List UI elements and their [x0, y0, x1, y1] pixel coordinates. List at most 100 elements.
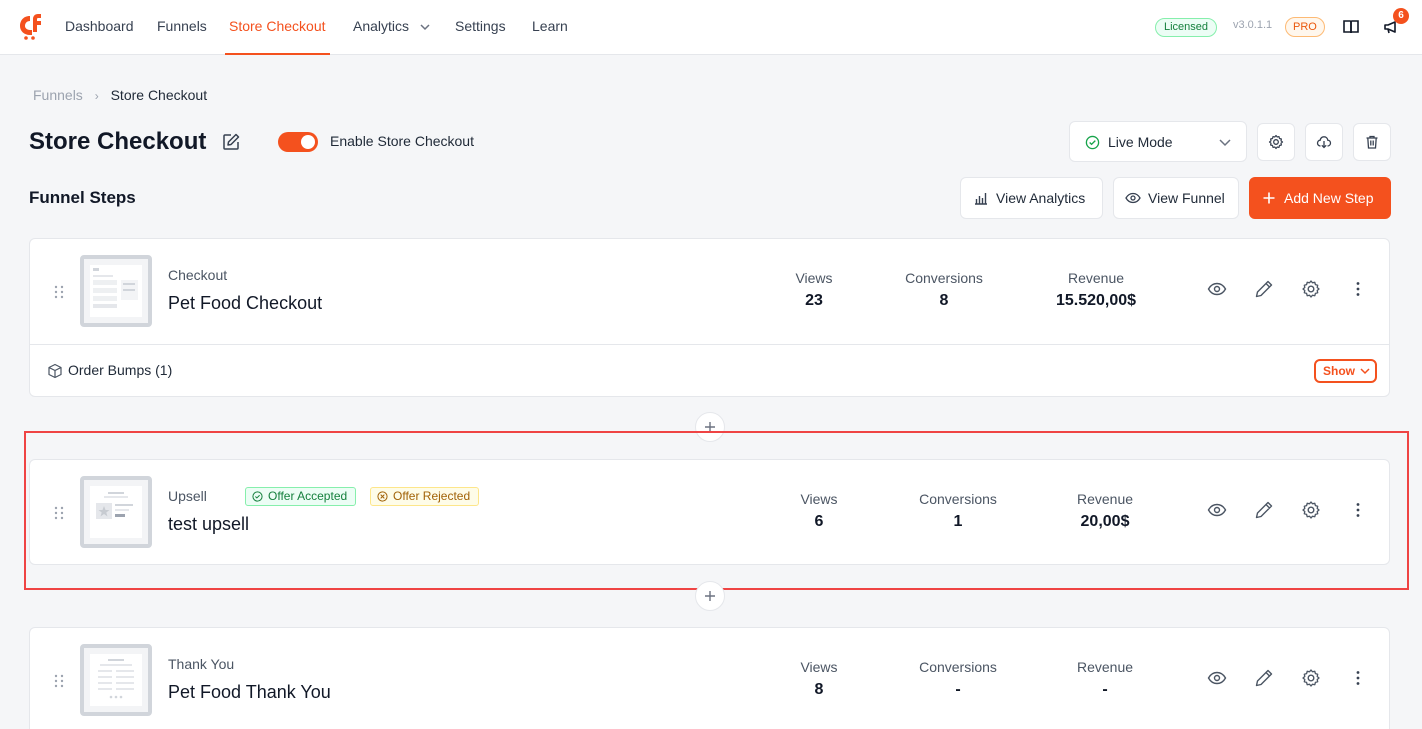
- revenue-stat: Revenue 15.520,00$: [1016, 270, 1176, 310]
- settings-button[interactable]: [1257, 123, 1295, 161]
- pencil-icon[interactable]: [1254, 279, 1274, 299]
- view-analytics-label: View Analytics: [996, 190, 1086, 206]
- revenue-label: Revenue: [1076, 659, 1134, 675]
- revenue-stat: Revenue 20,00$: [1025, 491, 1185, 531]
- drag-handle-icon[interactable]: [53, 674, 65, 688]
- pencil-icon[interactable]: [1254, 500, 1274, 520]
- nav-analytics[interactable]: Analytics: [353, 0, 431, 55]
- nav-funnels[interactable]: Funnels: [157, 0, 207, 55]
- drag-handle-icon[interactable]: [53, 506, 65, 520]
- offer-accepted-label: Offer Accepted: [268, 489, 348, 503]
- cube-icon: [48, 363, 62, 379]
- conversions-stat: Conversions 1: [878, 491, 1038, 531]
- show-label: Show: [1323, 364, 1355, 378]
- add-new-step-button[interactable]: Add New Step: [1249, 177, 1391, 219]
- thumbnail-preview: [90, 486, 142, 538]
- edit-title-icon[interactable]: [221, 132, 241, 152]
- eye-icon[interactable]: [1207, 500, 1227, 520]
- step-thumbnail[interactable]: [80, 255, 152, 327]
- step-type: Upsell: [168, 488, 207, 504]
- thumbnail-preview: [90, 265, 142, 317]
- conversions-stat: Conversions -: [878, 659, 1038, 699]
- conversions-value: 8: [939, 292, 949, 309]
- views-label: Views: [800, 491, 838, 507]
- trash-icon: [1366, 135, 1378, 149]
- breadcrumb-separator-icon: ›: [94, 89, 99, 103]
- gear-icon[interactable]: [1301, 668, 1321, 688]
- check-circle-icon: [252, 491, 263, 502]
- x-circle-icon: [377, 491, 388, 502]
- step-name[interactable]: test upsell: [168, 514, 249, 535]
- toggle-knob: [301, 135, 315, 149]
- step-card-checkout: Checkout Pet Food Checkout Views 23 Conv…: [29, 238, 1390, 397]
- views-value: 6: [814, 513, 824, 530]
- pencil-icon[interactable]: [1254, 668, 1274, 688]
- check-circle-icon: [1085, 135, 1100, 150]
- funnel-steps-title: Funnel Steps: [29, 188, 136, 207]
- offer-accepted-tag[interactable]: Offer Accepted: [245, 487, 357, 506]
- conversions-value: 1: [953, 513, 963, 530]
- breadcrumb-funnels-link[interactable]: Funnels: [33, 87, 83, 103]
- cartflows-logo[interactable]: [16, 12, 44, 40]
- breadcrumb: Funnels › Store Checkout: [33, 87, 207, 103]
- offer-rejected-label: Offer Rejected: [393, 489, 471, 503]
- nav-settings[interactable]: Settings: [455, 0, 506, 55]
- revenue-value: 20,00$: [1080, 513, 1130, 530]
- licensed-badge: Licensed: [1155, 18, 1218, 37]
- plus-icon: [705, 422, 715, 432]
- gear-icon[interactable]: [1301, 279, 1321, 299]
- delete-button[interactable]: [1353, 123, 1391, 161]
- order-bumps-label: Order Bumps (1): [68, 362, 173, 378]
- more-vertical-icon[interactable]: [1348, 668, 1368, 688]
- order-bumps-row: Order Bumps (1) Show: [30, 344, 1389, 397]
- top-navigation: Dashboard Funnels Store Checkout Analyti…: [0, 0, 1422, 55]
- mode-select-value: Live Mode: [1108, 134, 1173, 150]
- thank-you-page-preview-icon: [98, 659, 134, 699]
- conversions-label: Conversions: [905, 270, 983, 286]
- nav-analytics-label: Analytics: [353, 18, 410, 34]
- breadcrumb-current: Store Checkout: [110, 87, 208, 103]
- view-analytics-button[interactable]: View Analytics: [960, 177, 1103, 219]
- version-label: v3.0.1.1: [1233, 19, 1273, 31]
- thumbnail-preview: [90, 654, 142, 706]
- book-icon[interactable]: [1341, 17, 1361, 37]
- step-name[interactable]: Pet Food Checkout: [168, 293, 322, 314]
- nav-dashboard[interactable]: Dashboard: [65, 0, 134, 55]
- nav-learn[interactable]: Learn: [532, 0, 568, 55]
- step-thumbnail[interactable]: [80, 476, 152, 548]
- mode-select[interactable]: Live Mode: [1069, 121, 1247, 162]
- nav-store-checkout[interactable]: Store Checkout: [225, 0, 330, 55]
- step-thumbnail[interactable]: [80, 644, 152, 716]
- bar-chart-icon: [975, 193, 987, 205]
- plus-icon: [1263, 192, 1275, 204]
- offer-rejected-tag[interactable]: Offer Rejected: [370, 487, 480, 506]
- drag-handle-icon[interactable]: [53, 285, 65, 299]
- notification-count-badge: 6: [1393, 8, 1409, 24]
- revenue-stat: Revenue -: [1025, 659, 1185, 699]
- export-button[interactable]: [1305, 123, 1343, 161]
- conversions-stat: Conversions 8: [864, 270, 1024, 310]
- show-order-bumps-button[interactable]: Show: [1314, 359, 1377, 383]
- chevron-down-icon: [420, 24, 430, 31]
- plus-icon: [705, 591, 715, 601]
- pro-badge: PRO: [1285, 17, 1325, 37]
- eye-icon[interactable]: [1207, 668, 1227, 688]
- gear-icon[interactable]: [1301, 500, 1321, 520]
- view-funnel-button[interactable]: View Funnel: [1113, 177, 1239, 219]
- views-value: 8: [814, 681, 824, 698]
- step-type: Checkout: [168, 267, 228, 283]
- more-vertical-icon[interactable]: [1348, 500, 1368, 520]
- step-name[interactable]: Pet Food Thank You: [168, 682, 331, 703]
- eye-icon[interactable]: [1207, 279, 1227, 299]
- eye-icon: [1125, 192, 1141, 204]
- add-step-between-button[interactable]: [695, 412, 725, 442]
- more-vertical-icon[interactable]: [1348, 279, 1368, 299]
- chevron-down-icon: [1219, 139, 1231, 147]
- revenue-label: Revenue: [1076, 491, 1134, 507]
- step-type: Thank You: [168, 656, 235, 672]
- add-step-between-button[interactable]: [695, 581, 725, 611]
- views-label: Views: [800, 659, 838, 675]
- revenue-value: -: [1102, 681, 1108, 698]
- enable-store-checkout-toggle[interactable]: [278, 132, 318, 152]
- conversions-value: -: [955, 681, 961, 698]
